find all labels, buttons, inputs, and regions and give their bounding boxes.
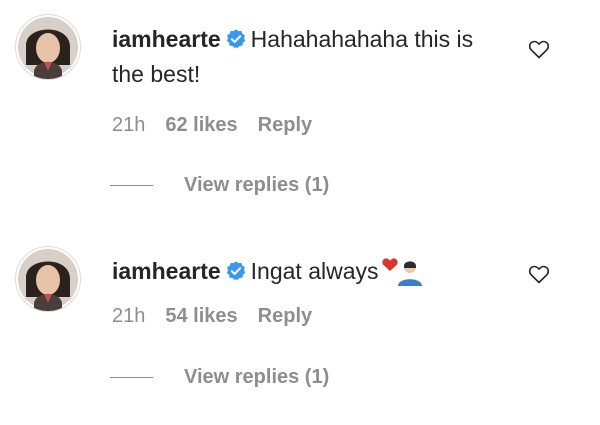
view-replies-button[interactable]: View replies (1) — [110, 174, 329, 197]
view-replies-button[interactable]: View replies (1) — [110, 366, 329, 389]
likes-count[interactable]: 54 likes — [165, 305, 237, 328]
view-replies-label: View replies (1) — [184, 366, 330, 388]
username[interactable]: iamhearte — [112, 258, 221, 284]
reply-button[interactable]: Reply — [258, 305, 312, 328]
heart-outline-icon[interactable] — [527, 262, 551, 286]
username[interactable]: iamhearte — [112, 26, 221, 52]
comment-meta: 21h 54 likes Reply — [112, 305, 312, 328]
timestamp[interactable]: 21h — [112, 114, 145, 137]
comment-content: iamhearte Hahahahahaha this is the best! — [112, 22, 507, 92]
view-replies-label: View replies (1) — [184, 174, 330, 196]
heart-and-person-emoji — [381, 257, 425, 297]
verified-badge-icon — [225, 257, 247, 280]
comment-item: iamhearte Hahahahahaha this is the best! … — [0, 0, 600, 215]
verified-badge-icon — [225, 25, 247, 48]
timestamp[interactable]: 21h — [112, 305, 145, 328]
replies-divider — [110, 377, 153, 378]
comment-text: Ingat always — [250, 258, 379, 284]
avatar[interactable] — [15, 14, 81, 80]
replies-divider — [110, 185, 153, 186]
avatar[interactable] — [15, 246, 81, 312]
heart-outline-icon[interactable] — [527, 37, 551, 61]
comment-item: iamhearte Ingat always 21h 54 likes Reply… — [0, 232, 600, 425]
reply-button[interactable]: Reply — [258, 114, 312, 137]
comment-content: iamhearte Ingat always — [112, 254, 507, 297]
comment-meta: 21h 62 likes Reply — [112, 114, 312, 137]
likes-count[interactable]: 62 likes — [165, 114, 237, 137]
